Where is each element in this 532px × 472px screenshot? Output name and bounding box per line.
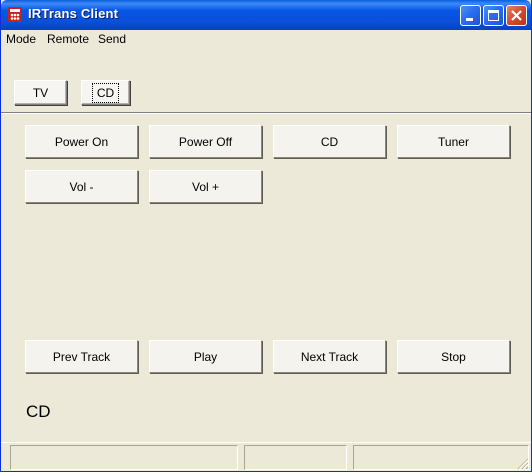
volume-down-label: Vol -	[69, 179, 94, 194]
cd-source-button[interactable]: CD	[273, 125, 386, 158]
toolbar-separator-highlight	[1, 113, 531, 114]
main-window: IRTrans Client Mode Remote Send TV CD Po…	[0, 0, 532, 472]
next-track-label: Next Track	[300, 349, 359, 364]
power-off-button[interactable]: Power Off	[149, 125, 262, 158]
mode-tv-label: TV	[32, 85, 49, 100]
prev-track-label: Prev Track	[52, 349, 111, 364]
power-off-label: Power Off	[178, 134, 233, 149]
prev-track-button[interactable]: Prev Track	[25, 340, 138, 373]
cd-source-label: CD	[320, 134, 339, 149]
tuner-button[interactable]: Tuner	[397, 125, 510, 158]
status-bar	[1, 442, 531, 471]
title-bar[interactable]: IRTrans Client	[1, 0, 531, 30]
maximize-icon	[488, 10, 499, 21]
power-on-button[interactable]: Power On	[25, 125, 138, 158]
maximize-button[interactable]	[483, 5, 504, 26]
current-remote-label: CD	[26, 402, 51, 421]
close-button[interactable]	[506, 5, 527, 26]
menu-mode[interactable]: Mode	[6, 32, 36, 46]
status-panel-1	[10, 445, 238, 470]
menu-send[interactable]: Send	[98, 32, 126, 46]
mode-cd-label: CD	[91, 82, 120, 103]
volume-up-label: Vol +	[191, 179, 220, 194]
window-title: IRTrans Client	[28, 6, 119, 21]
stop-button[interactable]: Stop	[397, 340, 510, 373]
next-track-button[interactable]: Next Track	[273, 340, 386, 373]
menu-bar: Mode Remote Send	[1, 30, 531, 50]
power-on-label: Power On	[54, 134, 109, 149]
menu-remote[interactable]: Remote	[47, 32, 89, 46]
resize-grip-icon[interactable]	[515, 456, 529, 470]
tuner-label: Tuner	[438, 134, 469, 149]
status-panel-3	[353, 445, 529, 470]
irtrans-app-icon	[8, 7, 22, 22]
stop-label: Stop	[441, 349, 466, 364]
play-button[interactable]: Play	[149, 340, 262, 373]
volume-up-button[interactable]: Vol +	[149, 170, 262, 203]
close-icon	[511, 10, 522, 21]
play-label: Play	[193, 349, 218, 364]
minimize-button[interactable]	[460, 5, 481, 26]
volume-down-button[interactable]: Vol -	[25, 170, 138, 203]
mode-tv-button[interactable]: TV	[14, 80, 67, 105]
mode-cd-button[interactable]: CD	[81, 80, 130, 105]
minimize-icon	[466, 18, 473, 21]
status-panel-2	[244, 445, 347, 470]
